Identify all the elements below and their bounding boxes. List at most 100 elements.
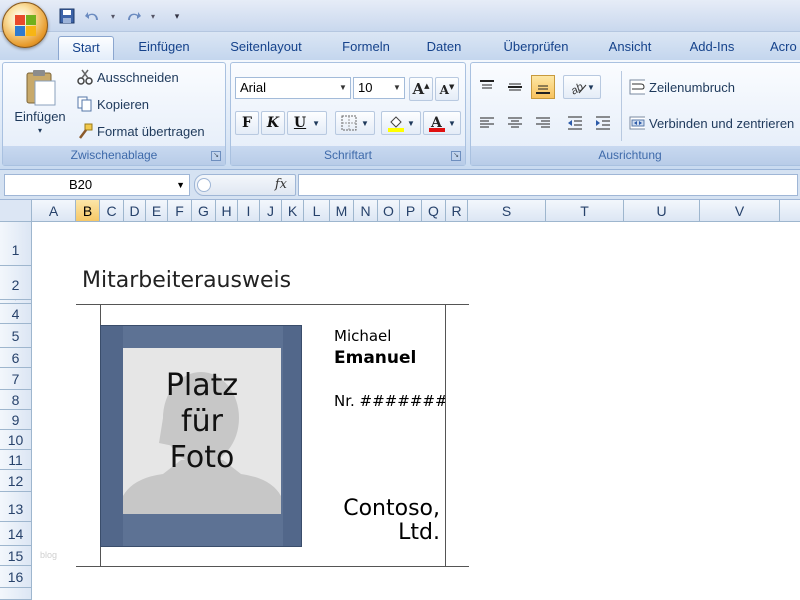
align-left-button[interactable]	[475, 111, 499, 135]
column-header[interactable]: F	[168, 200, 192, 222]
font-launcher-icon[interactable]: ↘	[451, 151, 461, 161]
formula-input[interactable]	[298, 174, 798, 196]
tab-formeln[interactable]: Formeln	[330, 36, 402, 60]
align-top-button[interactable]	[475, 75, 499, 99]
wrap-text-label: Zeilenumbruch	[649, 79, 735, 95]
row-header-partial[interactable]	[0, 588, 32, 600]
orientation-button[interactable]: ab ▼	[563, 75, 601, 99]
column-header[interactable]: K	[282, 200, 304, 222]
column-header[interactable]: S	[468, 200, 546, 222]
align-bottom-button[interactable]	[531, 75, 555, 99]
paste-button[interactable]: Einfügen ▾	[9, 69, 71, 135]
tab-ueberpruefen[interactable]: Überprüfen	[488, 36, 584, 60]
formula-bar: B20 ▼ fx	[0, 170, 800, 200]
fx-icon[interactable]: fx	[275, 177, 287, 192]
align-right-button[interactable]	[531, 111, 555, 135]
row-header[interactable]: 7	[0, 368, 32, 390]
chevron-down-icon: ▼	[448, 118, 456, 128]
column-header[interactable]: V	[700, 200, 780, 222]
wrap-text-button[interactable]: Zeilenumbruch	[629, 79, 735, 95]
row-header[interactable]: 6	[0, 348, 32, 368]
column-header[interactable]: L	[304, 200, 330, 222]
row-header[interactable]: 16	[0, 566, 32, 588]
column-header[interactable]: H	[216, 200, 238, 222]
office-button[interactable]	[2, 2, 48, 48]
grow-font-button[interactable]: A▲	[409, 77, 433, 101]
clipboard-launcher-icon[interactable]: ↘	[211, 151, 221, 161]
tab-add-ins[interactable]: Add-Ins	[678, 36, 746, 60]
redo-dropdown[interactable]: ▾	[148, 6, 158, 26]
row-header[interactable]: 5	[0, 324, 32, 348]
increase-indent-button[interactable]	[591, 111, 615, 135]
tab-seitenlayout[interactable]: Seitenlayout	[218, 36, 314, 60]
italic-button[interactable]: K	[261, 111, 285, 135]
row-header[interactable]: 15	[0, 546, 32, 566]
column-header[interactable]: T	[546, 200, 624, 222]
cut-button[interactable]: Ausschneiden	[77, 69, 179, 85]
align-left-icon	[480, 117, 494, 128]
decrease-indent-button[interactable]	[563, 111, 587, 135]
bold-button[interactable]: F	[235, 111, 259, 135]
column-header[interactable]: N	[354, 200, 378, 222]
tab-acrobat[interactable]: Acro	[762, 36, 800, 60]
column-header[interactable]: U	[624, 200, 700, 222]
column-header[interactable]: O	[378, 200, 400, 222]
row-header[interactable]: 12	[0, 470, 32, 492]
tab-daten[interactable]: Daten	[416, 36, 472, 60]
alignment-group-label: Ausrichtung	[471, 146, 800, 165]
fill-color-button[interactable]: ▼	[381, 111, 421, 135]
font-color-button[interactable]: A ▼	[423, 111, 461, 135]
redo-icon	[128, 12, 141, 20]
row-header[interactable]: 2	[0, 266, 32, 300]
chevron-down-icon: ▾	[150, 11, 155, 21]
column-header[interactable]: Q	[422, 200, 446, 222]
font-group: Arial ▼ 10 ▼ A▲ A▼ F K U ▼ ▼ ▼ A ▼ Schri…	[230, 62, 466, 166]
row-header[interactable]: 14	[0, 522, 32, 546]
font-family-combo[interactable]: Arial ▼	[235, 77, 351, 99]
borders-button[interactable]: ▼	[335, 111, 375, 135]
row-header[interactable]: 9	[0, 410, 32, 430]
customize-icon: ▾	[174, 10, 180, 21]
column-header-selected[interactable]: B	[76, 200, 100, 222]
column-header-partial[interactable]	[780, 200, 800, 222]
column-header[interactable]: G	[192, 200, 216, 222]
row-header[interactable]: 4	[0, 304, 32, 324]
column-header[interactable]: D	[124, 200, 146, 222]
row-header[interactable]: 13	[0, 492, 32, 522]
row-header[interactable]: 8	[0, 390, 32, 410]
underline-button[interactable]: U ▼	[287, 111, 327, 135]
photo-placeholder[interactable]: Platz für Foto	[123, 348, 281, 514]
tab-ansicht[interactable]: Ansicht	[598, 36, 662, 60]
column-header[interactable]: A	[32, 200, 76, 222]
decrease-indent-icon	[568, 116, 582, 130]
format-painter-button[interactable]: Format übertragen	[77, 123, 205, 139]
expand-handle[interactable]	[197, 178, 211, 192]
column-header[interactable]: R	[446, 200, 468, 222]
column-header[interactable]: P	[400, 200, 422, 222]
merge-center-button[interactable]: Verbinden und zentrieren	[629, 115, 794, 131]
column-header[interactable]: J	[260, 200, 282, 222]
italic-label: K	[266, 115, 280, 131]
column-header[interactable]: I	[238, 200, 260, 222]
row-header[interactable]: 1	[0, 222, 32, 266]
save-button[interactable]	[56, 6, 78, 26]
font-group-label: Schriftart	[231, 146, 465, 165]
customize-qat-button[interactable]: ▾	[170, 6, 184, 26]
undo-dropdown[interactable]: ▾	[108, 6, 118, 26]
shrink-font-button[interactable]: A▼	[435, 77, 459, 101]
select-all-corner[interactable]	[0, 200, 32, 222]
row-header[interactable]: 11	[0, 450, 32, 470]
redo-button[interactable]	[122, 6, 144, 26]
align-middle-button[interactable]	[503, 75, 527, 99]
undo-button[interactable]	[82, 6, 104, 26]
name-box[interactable]: B20 ▼	[4, 174, 190, 196]
copy-button[interactable]: Kopieren	[77, 96, 149, 112]
column-header[interactable]: E	[146, 200, 168, 222]
column-header[interactable]: C	[100, 200, 124, 222]
tab-start[interactable]: Start	[58, 36, 114, 60]
tab-einfuegen[interactable]: Einfügen	[126, 36, 202, 60]
column-header[interactable]: M	[330, 200, 354, 222]
row-header[interactable]: 10	[0, 430, 32, 450]
font-size-combo[interactable]: 10 ▼	[353, 77, 405, 99]
align-center-button[interactable]	[503, 111, 527, 135]
